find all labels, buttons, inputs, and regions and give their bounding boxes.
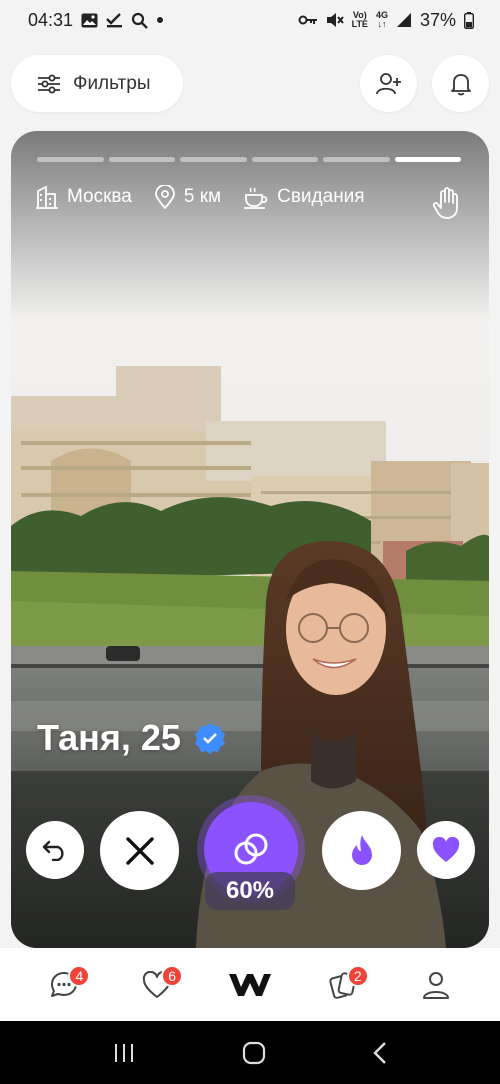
nav-cards[interactable]: 2 xyxy=(313,955,373,1015)
distance-label: 5 км xyxy=(183,186,222,207)
battery-icon xyxy=(464,11,474,29)
cards-badge: 2 xyxy=(346,964,369,987)
bottom-nav: 4 6 2 xyxy=(0,948,500,1021)
search-notification-icon xyxy=(131,12,148,29)
dislike-button[interactable] xyxy=(100,811,179,890)
status-bar: 04:31 Vo) LTE 4G ↓↑ 37% xyxy=(0,0,500,40)
recent-apps-button[interactable] xyxy=(113,1043,135,1063)
undo-button[interactable] xyxy=(26,821,84,879)
close-icon xyxy=(125,836,155,866)
goal-label: Свидания xyxy=(277,186,365,207)
wave-hand-button[interactable] xyxy=(433,187,461,219)
gallery-notification-icon xyxy=(81,13,98,28)
filters-button[interactable]: Фильтры xyxy=(11,55,183,112)
city-label: Москва xyxy=(67,186,132,207)
progress-segment xyxy=(394,157,461,162)
progress-segment xyxy=(37,157,104,162)
home-button[interactable] xyxy=(242,1041,266,1065)
likes-badge: 6 xyxy=(161,964,184,987)
download-check-icon xyxy=(106,12,123,28)
building-icon xyxy=(35,185,59,209)
rings-icon xyxy=(231,829,271,869)
notifications-button[interactable] xyxy=(432,55,489,112)
vpn-key-icon xyxy=(298,14,318,26)
add-user-icon xyxy=(375,72,402,96)
data-indicator: 4G ↓↑ xyxy=(375,10,388,29)
progress-segment xyxy=(180,157,247,162)
filters-label: Фильтры xyxy=(73,72,151,94)
system-navigation-bar xyxy=(0,1021,500,1084)
nav-profile[interactable] xyxy=(406,955,466,1015)
hand-icon xyxy=(433,187,461,219)
progress-segment xyxy=(108,157,175,162)
flame-icon xyxy=(348,834,376,868)
heart-icon xyxy=(432,837,460,863)
progress-segment xyxy=(323,157,390,162)
goal-tag: Свидания xyxy=(243,185,365,209)
bell-icon xyxy=(450,72,472,96)
add-friend-button[interactable] xyxy=(360,55,417,112)
match-percent-badge: 60% xyxy=(205,872,295,910)
location-pin-icon xyxy=(154,185,176,209)
profile-card[interactable]: Москва 5 км Свидания Таня, 25 60% xyxy=(11,131,489,948)
verified-badge-icon xyxy=(193,721,227,755)
signal-icon xyxy=(396,12,412,28)
back-button[interactable] xyxy=(372,1041,387,1065)
coffee-cup-icon xyxy=(243,185,269,209)
user-icon xyxy=(422,970,450,1000)
volte-indicator: Vo) LTE xyxy=(351,10,368,29)
photo-progress xyxy=(37,157,461,162)
app-screen: 04:31 Vo) LTE 4G ↓↑ 37% Фильтры Москва 5… xyxy=(0,0,500,1084)
clock: 04:31 xyxy=(28,9,74,30)
undo-arrow-icon xyxy=(42,839,68,861)
filters-sliders-icon xyxy=(37,74,61,94)
progress-segment xyxy=(251,157,318,162)
chats-badge: 4 xyxy=(68,964,91,987)
battery-percent: 37% xyxy=(419,9,456,30)
app-logo-icon xyxy=(228,971,272,999)
more-dot-icon xyxy=(156,16,164,24)
superlike-button[interactable] xyxy=(322,811,401,890)
profile-tags: Москва 5 км Свидания xyxy=(35,185,387,209)
mute-icon xyxy=(326,12,344,28)
like-button[interactable] xyxy=(417,821,475,879)
distance-tag: 5 км xyxy=(154,185,221,209)
profile-name-age: Таня, 25 xyxy=(37,717,181,758)
name-row: Таня, 25 xyxy=(37,717,227,759)
nav-chats[interactable]: 4 xyxy=(34,955,94,1015)
nav-likes[interactable]: 6 xyxy=(127,955,187,1015)
city-tag: Москва xyxy=(35,185,132,209)
nav-home[interactable] xyxy=(220,955,280,1015)
